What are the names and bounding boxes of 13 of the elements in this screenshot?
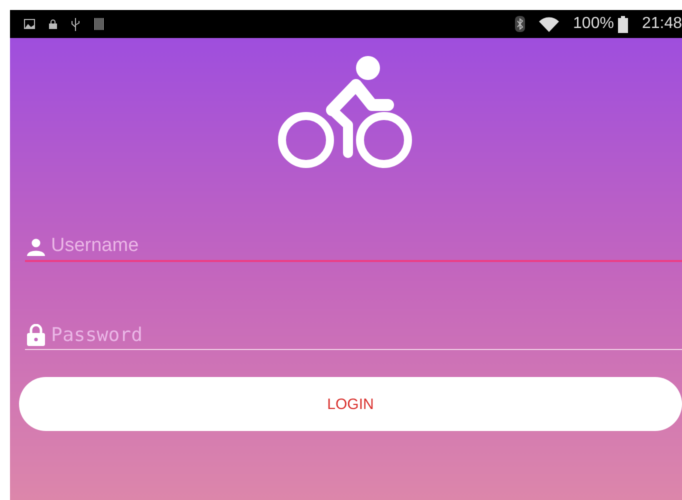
battery-icon [618,16,628,32]
clock-time: 21:48 [642,15,682,33]
wifi-icon [539,16,560,32]
user-icon [27,238,45,256]
lock-icon [27,324,45,346]
login-button[interactable]: LOGIN [19,377,682,431]
battery-percent: 100% [573,15,614,33]
bluetooth-icon [515,16,526,32]
barcode-icon [94,18,104,30]
image-icon [24,19,35,29]
usb-icon [71,18,80,30]
lock-icon [49,19,57,29]
username-field[interactable]: Username [25,232,682,262]
